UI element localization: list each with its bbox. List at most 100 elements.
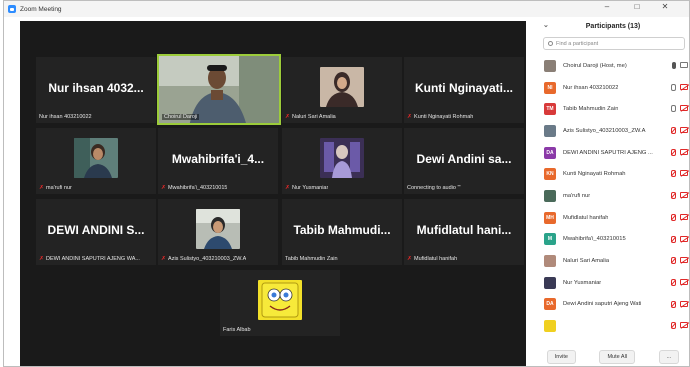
- participant-row[interactable]: Naluri Sari Amalia: [535, 250, 689, 272]
- participant-tile[interactable]: DEWI ANDINI S... ✗ DEWI ANDINI SAPUTRI AJ…: [36, 199, 156, 265]
- participant-tile[interactable]: Mufidlatul hani... ✗ Mufidlatul hanifah: [404, 199, 524, 265]
- participant-tile[interactable]: ✗ Naluri Sari Amalia: [282, 57, 402, 123]
- participant-row[interactable]: DA DEWI ANDINI SAPUTRI AJENG ...: [535, 142, 689, 164]
- participant-list: Choirul Daroji (Host, me) NI Nur ihsan 403…: [535, 55, 689, 337]
- invite-button[interactable]: Invite: [546, 350, 576, 364]
- tile-caption: ✗ Mwahibrifa'i_403210015: [161, 185, 228, 191]
- mute-all-button[interactable]: Mute All: [599, 350, 636, 364]
- mic-icon[interactable]: [672, 62, 676, 69]
- muted-mic-icon[interactable]: [670, 170, 676, 178]
- participant-row[interactable]: MH Mufidlatul hanifah: [535, 207, 689, 229]
- tile-caption: Nur ihsan 403210022: [39, 114, 92, 120]
- participant-row[interactable]: Nur Yusmaniar: [535, 272, 689, 294]
- video-off-icon[interactable]: [680, 300, 688, 307]
- mic-icon[interactable]: [670, 83, 676, 91]
- minimize-button[interactable]: –: [601, 2, 613, 11]
- participant-name: Mufidlatul hanifah: [563, 214, 609, 221]
- participant-row[interactable]: ma'rufi nur: [535, 185, 689, 207]
- tile-caption: ✗ Naluri Sari Amalia: [285, 114, 336, 120]
- avatar: DA: [544, 146, 556, 159]
- video-off-icon[interactable]: [680, 257, 688, 264]
- participant-status-icons: [670, 213, 688, 221]
- participant-name: ma'rufi nur: [563, 192, 591, 199]
- collapse-chevron-icon[interactable]: ⌄: [543, 21, 549, 29]
- muted-mic-icon[interactable]: [670, 127, 676, 135]
- maximize-button[interactable]: □: [631, 2, 643, 11]
- video-off-icon[interactable]: [680, 127, 688, 134]
- tile-caption: Choirul Daroji: [162, 114, 200, 120]
- participant-search-input[interactable]: Find a participant: [543, 37, 685, 50]
- participant-status-icons: [670, 127, 688, 135]
- muted-mic-icon[interactable]: [670, 257, 676, 265]
- participant-status-icons: [670, 257, 688, 265]
- video-off-icon[interactable]: [680, 235, 688, 242]
- muted-mic-icon[interactable]: [670, 213, 676, 221]
- muted-mic-icon: ✗: [407, 256, 413, 262]
- muted-mic-icon: ✗: [285, 114, 291, 120]
- video-off-icon[interactable]: [680, 148, 688, 155]
- tile-caption: ✗ Azis Sulistyo_403210003_ZW.A: [161, 256, 247, 262]
- video-off-icon[interactable]: [680, 83, 688, 90]
- muted-mic-icon: ✗: [39, 256, 45, 262]
- muted-mic-icon[interactable]: [670, 192, 676, 200]
- active-speaker-tile[interactable]: Choirul Daroji: [157, 54, 281, 125]
- close-button[interactable]: ✕: [659, 2, 671, 11]
- video-icon[interactable]: [680, 62, 688, 68]
- participant-name: DEWI ANDINI SAPUTRI AJENG ...: [563, 149, 653, 156]
- participant-photo: [320, 138, 364, 178]
- participant-status-icons: [670, 105, 688, 113]
- participant-row[interactable]: KN Kunti Nginayati Rohmah: [535, 163, 689, 185]
- participant-tile[interactable]: Kunti Nginayati... ✗ Kunti Nginayati Rohm…: [404, 57, 524, 123]
- participant-tile[interactable]: Mwahibrifa'i_4... ✗ Mwahibrifa'i_40321001…: [158, 128, 278, 194]
- video-off-icon[interactable]: [680, 322, 688, 329]
- muted-mic-icon[interactable]: [670, 278, 676, 286]
- muted-mic-icon[interactable]: [670, 300, 676, 308]
- tile-caption: ✗ DEWI ANDINI SAPUTRI AJENG WA...: [39, 256, 140, 262]
- avatar: [544, 124, 556, 137]
- video-off-icon[interactable]: [680, 192, 688, 199]
- participant-tile[interactable]: ✗ Azis Sulistyo_403210003_ZW.A: [158, 199, 278, 265]
- muted-mic-icon: ✗: [161, 185, 167, 191]
- participant-tile[interactable]: ✗ ma'rufi nur: [36, 128, 156, 194]
- participant-row[interactable]: TM Tabib Mahmudin Zain: [535, 98, 689, 120]
- participant-row[interactable]: NI Nur ihsan 403210022: [535, 77, 689, 99]
- participant-row[interactable]: Choirul Daroji (Host, me): [535, 55, 689, 77]
- more-options-button[interactable]: ...: [658, 350, 680, 364]
- window-title: Zoom Meeting: [20, 5, 62, 13]
- participant-name: Kunti Nginayati Rohmah: [563, 171, 626, 178]
- participant-status-icons: [670, 322, 688, 330]
- participants-title: Participants (13): [585, 22, 641, 30]
- mic-icon[interactable]: [670, 105, 676, 113]
- avatar: MH: [544, 211, 556, 224]
- tile-name-large: Kunti Nginayati...: [414, 81, 513, 95]
- participant-tile[interactable]: Tabib Mahmudi... Tabib Mahmudin Zain: [282, 199, 402, 265]
- participant-name: Dewi Andini saputri Ajeng Wati: [563, 301, 642, 308]
- muted-mic-icon[interactable]: [670, 322, 676, 330]
- participant-row[interactable]: Azis Sulistyo_403210003_ZW.A: [535, 120, 689, 142]
- participant-tile[interactable]: Nur ihsan 4032... Nur ihsan 403210022: [36, 57, 156, 123]
- avatar: [544, 276, 556, 289]
- avatar: NI: [544, 81, 556, 94]
- participant-status-icons: [670, 300, 688, 308]
- participant-tile[interactable]: Faris Albab: [220, 270, 340, 336]
- search-icon: [548, 41, 553, 46]
- avatar: KN: [544, 168, 556, 181]
- participant-status-icons: [670, 192, 688, 200]
- muted-mic-icon[interactable]: [670, 235, 676, 243]
- participant-row[interactable]: [535, 315, 689, 337]
- panel-footer: Invite Mute All ...: [535, 346, 689, 366]
- participant-row[interactable]: M Mwahibrifa'i_403210015: [535, 229, 689, 251]
- participant-tile[interactable]: ✗ Nur Yusmaniar: [282, 128, 402, 194]
- muted-mic-icon[interactable]: [670, 148, 676, 156]
- participant-row[interactable]: DA Dewi Andini saputri Ajeng Wati: [535, 294, 689, 316]
- video-off-icon[interactable]: [680, 170, 688, 177]
- participant-photo: [74, 138, 118, 178]
- avatar: [544, 255, 556, 268]
- video-off-icon[interactable]: [680, 213, 688, 220]
- gallery-view: Nur ihsan 4032... Nur ihsan 403210022 Ch…: [20, 21, 526, 366]
- video-off-icon[interactable]: [680, 278, 688, 285]
- participant-tile[interactable]: Dewi Andini sa... Connecting to audio ''…: [404, 128, 524, 194]
- video-off-icon[interactable]: [680, 105, 688, 112]
- panel-header: ⌄ Participants (13): [535, 17, 689, 35]
- avatar: [544, 320, 556, 333]
